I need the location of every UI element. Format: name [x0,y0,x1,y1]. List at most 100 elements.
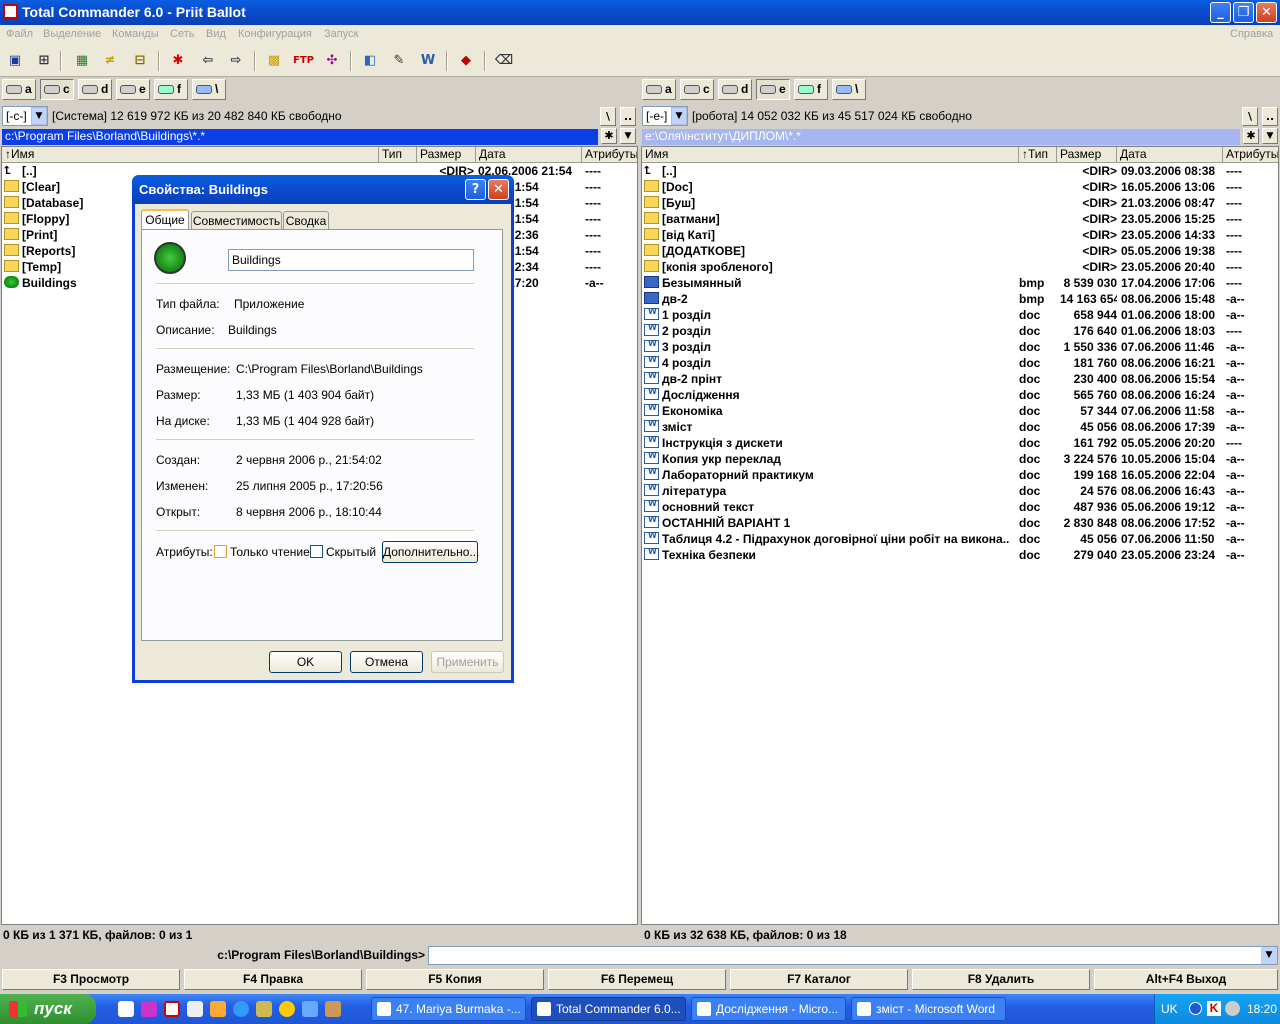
table-row[interactable]: ОСТАННІЙ ВАРІАНТ 1 doc 2 830 848 08.06.2006… [642,516,1278,532]
volume-icon[interactable] [1225,1001,1240,1016]
edit-icon[interactable]: ✎ [389,51,409,71]
kaspersky-icon[interactable]: K [1207,1001,1221,1016]
right-root-button[interactable]: \ [1242,107,1258,126]
view-icon[interactable]: ▦ [72,51,92,71]
column-attr[interactable]: Атрибуты [1223,147,1278,163]
f5-copy-button[interactable]: F5 Копия [366,969,544,990]
menu-help[interactable]: Справка [1230,28,1273,40]
task-mariya[interactable]: 47. Mariya Burmaka -... [371,997,526,1021]
table-row[interactable]: [Doc] <DIR> 16.05.2006 13:06 ---- [642,180,1278,196]
column-name[interactable]: Имя [642,147,1019,163]
right-drive-select[interactable]: [-e-] ▼ [642,106,688,126]
menu-file[interactable]: Файл [6,28,33,40]
right-history-dropdown[interactable]: ▼ [1262,128,1278,144]
right-drive-c[interactable]: c [680,79,714,100]
column-size[interactable]: Размер [417,147,476,163]
table-row[interactable]: зміст doc 45 056 08.06.2006 17:39 -a-- [642,420,1278,436]
table-row[interactable]: [ДОДАТКОВЕ] <DIR> 05.05.2006 19:38 ---- [642,244,1278,260]
task-doslidzhennya[interactable]: Дослідження - Micro... [691,997,846,1021]
eraser-icon[interactable]: ⌫ [494,51,514,71]
table-row[interactable]: 4 розділ doc 181 760 08.06.2006 16:21 -a-- [642,356,1278,372]
help-button[interactable]: ? [465,179,486,200]
table-row[interactable]: дв-2 bmp 14 163 654 08.06.2006 15:48 -a-- [642,292,1278,308]
file-name-field[interactable]: Buildings [228,249,474,271]
app-icon[interactable] [3,4,18,19]
select-icon[interactable]: ≠ [100,51,120,71]
table-row[interactable]: основний текст doc 487 936 05.06.2006 19:12… [642,500,1278,516]
task-zmist[interactable]: зміст - Microsoft Word [851,997,1006,1021]
word-quicklaunch-icon[interactable] [118,1001,134,1017]
pack-icon[interactable]: ▩ [264,51,284,71]
table-row[interactable]: [від Каті] <DIR> 23.05.2006 14:33 ---- [642,228,1278,244]
left-parent-button[interactable]: .. [620,107,636,126]
column-attr[interactable]: Атрибуты [582,147,637,163]
chevron-left-icon[interactable] [1189,1002,1202,1015]
right-file-panel[interactable]: Имя ↑Тип Размер Дата Атрибуты ⮤ [..] <DIR>… [641,146,1279,925]
left-root-button[interactable]: \ [600,107,616,126]
left-drive-net[interactable]: \ [192,79,226,100]
left-drive-d[interactable]: d [78,79,112,100]
notepad-icon[interactable]: ◧ [360,51,380,71]
word-icon[interactable]: W [418,51,438,71]
table-row[interactable]: [копія зробленого] <DIR> 23.05.2006 20:40-… [642,260,1278,276]
f4-edit-button[interactable]: F4 Правка [184,969,362,990]
cmdline-input[interactable]: ▼ [428,946,1278,965]
right-drive-d[interactable]: d [718,79,752,100]
right-drive-e[interactable]: e [756,79,790,100]
right-parent-button[interactable]: .. [1262,107,1278,126]
tab-summary[interactable]: Сводка [283,211,329,231]
explorer-quicklaunch-icon[interactable] [302,1001,318,1017]
cancel-button[interactable]: Отмена [350,651,423,673]
maximize-button[interactable]: ❐ [1233,2,1254,23]
advanced-button[interactable]: Дополнительно... [382,541,479,563]
table-row[interactable]: Таблиця 4.2 - Підрахунок договірної ціни… [642,532,1278,548]
copy-icon[interactable]: ⊟ [130,51,150,71]
f7-mkdir-button[interactable]: F7 Каталог [730,969,908,990]
table-row[interactable]: 2 розділ doc 176 640 01.06.2006 18:03 ---- [642,324,1278,340]
title-bar[interactable]: Total Commander 6.0 - Priit Ballot _ ❐ ✕ [0,0,1280,25]
left-drive-select[interactable]: [-c-] ▼ [2,106,48,126]
dialog-title-bar[interactable]: Свойства: Buildings ? ✕ [132,175,514,204]
table-row[interactable]: [Буш] <DIR> 21.03.2006 08:47 ---- [642,196,1278,212]
misc-quicklaunch-icon[interactable] [325,1001,341,1017]
forward-icon[interactable]: ⇨ [226,51,246,71]
apply-button[interactable]: Применить [431,651,504,673]
start-button[interactable]: пуск [0,994,96,1024]
column-date[interactable]: Дата [1117,147,1223,163]
media-quicklaunch-icon[interactable] [279,1001,295,1017]
column-type[interactable]: Тип [379,147,417,163]
altf4-exit-button[interactable]: Alt+F4 Выход [1094,969,1278,990]
close-button[interactable]: ✕ [1256,2,1277,23]
table-row[interactable]: Лабораторний практикум doc 199 168 16.05.20… [642,468,1278,484]
tab-compatibility[interactable]: Совместимость [191,211,282,231]
table-row[interactable]: Інструкція з дискети doc 161 792 05.05.2006… [642,436,1278,452]
hidden-checkbox[interactable] [310,545,323,558]
chevron-down-icon[interactable]: ▼ [1261,947,1277,964]
left-drive-a[interactable]: a [2,79,36,100]
column-size[interactable]: Размер [1057,147,1117,163]
table-row[interactable]: Економіка doc 57 344 07.06.2006 11:58 -a-- [642,404,1278,420]
menu-net[interactable]: Сеть [170,28,194,40]
folder-quicklaunch-icon[interactable] [256,1001,272,1017]
back-icon[interactable]: ⇦ [198,51,218,71]
f3-view-button[interactable]: F3 Просмотр [2,969,180,990]
table-row[interactable]: ⮤ [..] <DIR> 09.03.2006 08:38 ---- [642,164,1278,180]
ftp-icon[interactable]: FTP [293,51,314,71]
sync-icon[interactable]: ✣ [322,51,342,71]
hidden-label[interactable]: Скрытый [326,545,376,559]
app-quicklaunch-icon[interactable] [187,1001,203,1017]
hash-quicklaunch-icon[interactable] [141,1001,157,1017]
right-history-button[interactable]: ✱ [1243,128,1259,144]
left-history-button[interactable]: ✱ [601,128,617,144]
chevron-down-icon[interactable]: ▼ [671,107,687,125]
menu-commands[interactable]: Команды [112,28,159,40]
ok-button[interactable]: OK [269,651,342,673]
menu-select[interactable]: Выделение [43,28,101,40]
column-date[interactable]: Дата [476,147,582,163]
column-type[interactable]: ↑Тип [1019,147,1057,163]
menu-start[interactable]: Запуск [324,28,358,40]
clock[interactable]: 18:20 [1247,1002,1277,1016]
right-drive-a[interactable]: a [642,79,676,100]
f8-delete-button[interactable]: F8 Удалить [912,969,1090,990]
table-row[interactable]: Безымянный bmp 8 539 030 17.04.2006 17:06 --… [642,276,1278,292]
